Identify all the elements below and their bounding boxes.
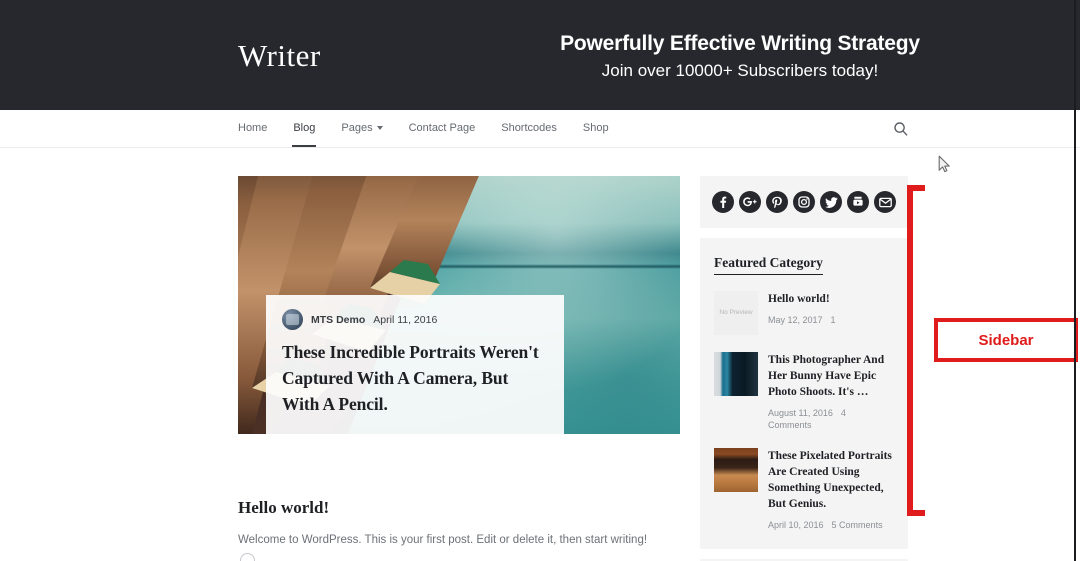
- list-item-comments: 1: [830, 315, 836, 325]
- list-item-date: April 10, 2016: [768, 520, 824, 530]
- site-logo[interactable]: Writer: [238, 36, 321, 76]
- main-navigation-bar: Home Blog Pages Contact Page Shortcodes …: [0, 110, 1080, 148]
- nav-item-shop[interactable]: Shop: [570, 110, 622, 147]
- email-icon[interactable]: [874, 191, 896, 213]
- facebook-icon[interactable]: [712, 191, 734, 213]
- annotation-box: Sidebar: [934, 318, 1078, 362]
- nav-item-label: Shop: [582, 122, 609, 134]
- pinterest-icon[interactable]: [766, 191, 788, 213]
- list-item-body: These Pixelated Portraits Are Created Us…: [768, 448, 894, 531]
- window-right-edge: [1074, 0, 1076, 561]
- nav-item-blog[interactable]: Blog: [280, 110, 328, 147]
- nav-item-home[interactable]: Home: [238, 110, 280, 147]
- list-item-date: May 12, 2017: [768, 315, 823, 325]
- list-item-body: Hello world! May 12, 2017 1: [768, 291, 894, 335]
- social-icons-widget: [700, 176, 908, 228]
- post-title[interactable]: Hello world!: [238, 497, 688, 519]
- list-item[interactable]: These Pixelated Portraits Are Created Us…: [714, 448, 894, 531]
- annotation-bracket: [907, 185, 925, 516]
- tagline-line-1: Powerfully Effective Writing Strategy: [560, 32, 920, 55]
- widget-title: Featured Category: [714, 255, 823, 275]
- list-item-title[interactable]: This Photographer And Her Bunny Have Epi…: [768, 352, 894, 400]
- featured-category-widget: Featured Category No Preview Hello world…: [700, 238, 908, 549]
- list-item-meta: August 11, 2016 4 Comments: [768, 407, 894, 431]
- featured-post-hero[interactable]: MTS Demo April 11, 2016 These Incredible…: [238, 176, 680, 434]
- nav-item-contact-page[interactable]: Contact Page: [396, 110, 489, 147]
- thumbnail-no-preview: No Preview: [714, 291, 758, 335]
- nav-item-pages[interactable]: Pages: [328, 110, 395, 147]
- site-header: Writer Powerfully Effective Writing Stra…: [0, 0, 1080, 110]
- annotation-label: Sidebar: [978, 331, 1034, 349]
- hero-overlay-card: MTS Demo April 11, 2016 These Incredible…: [266, 295, 564, 434]
- list-item[interactable]: No Preview Hello world! May 12, 2017 1: [714, 291, 894, 335]
- hero-post-meta: MTS Demo April 11, 2016: [282, 309, 548, 330]
- instagram-icon[interactable]: [793, 191, 815, 213]
- mouse-pointer-icon: [938, 155, 950, 173]
- thumbnail-photo: [714, 352, 758, 396]
- main-content-column: MTS Demo April 11, 2016 These Incredible…: [238, 176, 680, 434]
- nav-items: Home Blog Pages Contact Page Shortcodes …: [238, 110, 622, 147]
- nav-item-label: Home: [238, 122, 268, 134]
- list-item-title[interactable]: Hello world!: [768, 291, 894, 307]
- youtube-icon[interactable]: [847, 191, 869, 213]
- list-item-comments: 5 Comments: [831, 520, 883, 530]
- header-tagline: Powerfully Effective Writing Strategy Jo…: [520, 30, 960, 84]
- sidebar: Featured Category No Preview Hello world…: [700, 176, 908, 561]
- list-item-body: This Photographer And Her Bunny Have Epi…: [768, 352, 894, 431]
- hero-post-author[interactable]: MTS Demo: [311, 314, 365, 326]
- hero-post-title[interactable]: These Incredible Portraits Weren't Captu…: [282, 339, 548, 417]
- list-item-date: August 11, 2016: [768, 408, 833, 418]
- hero-post-date: April 11, 2016: [373, 313, 438, 326]
- list-item[interactable]: This Photographer And Her Bunny Have Epi…: [714, 352, 894, 431]
- nav-item-shortcodes[interactable]: Shortcodes: [488, 110, 570, 147]
- chevron-down-icon: [376, 126, 383, 130]
- nav-item-label: Blog: [293, 122, 316, 134]
- google-plus-icon[interactable]: [739, 191, 761, 213]
- browser-page: Writer Powerfully Effective Writing Stra…: [0, 0, 1080, 561]
- thumbnail-photo: [714, 448, 758, 492]
- twitter-icon[interactable]: [820, 191, 842, 213]
- nav-item-label: Shortcodes: [501, 122, 557, 134]
- nav-item-label: Contact Page: [408, 122, 476, 134]
- list-item-title[interactable]: These Pixelated Portraits Are Created Us…: [768, 448, 894, 512]
- tagline-line-2: Join over 10000+ Subscribers today!: [601, 61, 879, 80]
- nav-item-label: Pages: [341, 122, 373, 134]
- clock-icon: [240, 553, 255, 561]
- list-item-meta: May 12, 2017 1: [768, 314, 894, 326]
- post-entry: Hello world! Welcome to WordPress. This …: [238, 497, 688, 561]
- search-icon[interactable]: [893, 121, 909, 137]
- post-excerpt: Welcome to WordPress. This is your first…: [238, 534, 648, 546]
- list-item-meta: April 10, 2016 5 Comments: [768, 519, 894, 531]
- avatar: [282, 309, 303, 330]
